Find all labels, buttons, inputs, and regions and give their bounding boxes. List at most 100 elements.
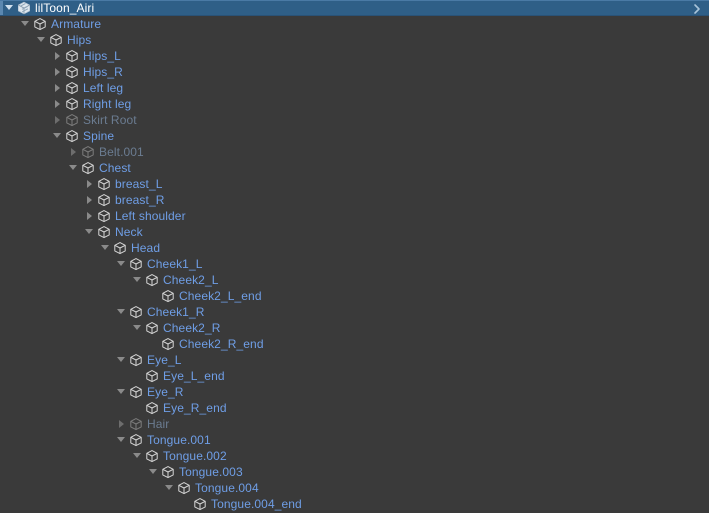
hierarchy-row[interactable]: Head — [0, 240, 709, 256]
foldout-expanded-icon[interactable] — [35, 32, 48, 48]
foldout-expanded-icon[interactable] — [131, 448, 144, 464]
gameobject-icon — [32, 16, 48, 32]
foldout-spacer — [131, 368, 144, 384]
foldout-expanded-icon[interactable] — [131, 272, 144, 288]
foldout-expanded-icon[interactable] — [115, 384, 128, 400]
hierarchy-item-label: Tongue.001 — [147, 433, 211, 447]
hierarchy-row[interactable]: Hips_L — [0, 48, 709, 64]
foldout-expanded-icon[interactable] — [115, 256, 128, 272]
foldout-expanded-icon[interactable] — [51, 128, 64, 144]
foldout-expanded-icon[interactable] — [115, 352, 128, 368]
gameobject-icon — [144, 448, 160, 464]
hierarchy-row[interactable]: Skirt Root — [0, 112, 709, 128]
hierarchy-item-label: Belt.001 — [99, 145, 144, 159]
hierarchy-row[interactable]: lilToon_Airi — [0, 0, 709, 16]
foldout-collapsed-icon[interactable] — [51, 64, 64, 80]
hierarchy-row[interactable]: Tongue.001 — [0, 432, 709, 448]
foldout-collapsed-icon[interactable] — [83, 176, 96, 192]
gameobject-icon — [96, 208, 112, 224]
hierarchy-row[interactable]: Belt.001 — [0, 144, 709, 160]
hierarchy-row[interactable]: Tongue.004_end — [0, 496, 709, 512]
foldout-collapsed-icon[interactable] — [51, 80, 64, 96]
hierarchy-row[interactable]: Cheek2_R_end — [0, 336, 709, 352]
hierarchy-item-label: Tongue.004 — [195, 481, 259, 495]
hierarchy-item-label: Cheek2_L — [163, 273, 219, 287]
hierarchy-row[interactable]: Cheek1_L — [0, 256, 709, 272]
gameobject-icon — [144, 320, 160, 336]
hierarchy-row[interactable]: Left shoulder — [0, 208, 709, 224]
hierarchy-row[interactable]: Chest — [0, 160, 709, 176]
hierarchy-row[interactable]: Cheek2_L — [0, 272, 709, 288]
gameobject-icon — [128, 384, 144, 400]
gameobject-icon — [64, 128, 80, 144]
gameobject-icon — [64, 96, 80, 112]
foldout-collapsed-icon[interactable] — [83, 208, 96, 224]
foldout-expanded-icon[interactable] — [99, 240, 112, 256]
hierarchy-row[interactable]: Spine — [0, 128, 709, 144]
hierarchy-row[interactable]: Eye_R — [0, 384, 709, 400]
foldout-spacer — [179, 496, 192, 512]
foldout-collapsed-icon[interactable] — [115, 416, 128, 432]
gameobject-icon — [128, 256, 144, 272]
hierarchy-row[interactable]: Tongue.003 — [0, 464, 709, 480]
hierarchy-row[interactable]: Eye_R_end — [0, 400, 709, 416]
gameobject-icon — [96, 192, 112, 208]
hierarchy-row[interactable]: Tongue.004 — [0, 480, 709, 496]
hierarchy-row[interactable]: Eye_L — [0, 352, 709, 368]
foldout-expanded-icon[interactable] — [131, 320, 144, 336]
gameobject-icon — [80, 144, 96, 160]
gameobject-icon — [64, 112, 80, 128]
hierarchy-item-label: Chest — [99, 161, 131, 175]
gameobject-icon — [144, 272, 160, 288]
foldout-collapsed-icon[interactable] — [83, 192, 96, 208]
hierarchy-row[interactable]: Cheek2_R — [0, 320, 709, 336]
hierarchy-row[interactable]: Hair — [0, 416, 709, 432]
hierarchy-item-label: Hips — [67, 33, 92, 47]
hierarchy-row[interactable]: Cheek2_L_end — [0, 288, 709, 304]
hierarchy-item-label: Hair — [147, 417, 170, 431]
hierarchy-row[interactable]: Right leg — [0, 96, 709, 112]
gameobject-icon — [144, 400, 160, 416]
foldout-collapsed-icon[interactable] — [51, 96, 64, 112]
hierarchy-item-label: Armature — [51, 17, 102, 31]
gameobject-icon — [128, 352, 144, 368]
gameobject-icon — [64, 48, 80, 64]
hierarchy-item-label: Tongue.002 — [163, 449, 227, 463]
hierarchy-item-label: Cheek1_R — [147, 305, 205, 319]
hierarchy-panel[interactable]: lilToon_Airi Armature Hips Hips_L Hips_R Left… — [0, 0, 709, 513]
gameobject-icon — [128, 416, 144, 432]
hierarchy-row[interactable]: Hips_R — [0, 64, 709, 80]
hierarchy-item-label: Cheek1_L — [147, 257, 203, 271]
chevron-right-icon[interactable] — [692, 1, 702, 17]
gameobject-icon — [128, 432, 144, 448]
hierarchy-item-label: breast_R — [115, 193, 165, 207]
foldout-expanded-icon[interactable] — [67, 160, 80, 176]
foldout-collapsed-icon[interactable] — [51, 112, 64, 128]
hierarchy-item-label: Spine — [83, 129, 115, 143]
hierarchy-item-label: Tongue.004_end — [211, 497, 302, 511]
hierarchy-row[interactable]: Neck — [0, 224, 709, 240]
hierarchy-item-label: Tongue.003 — [179, 465, 243, 479]
foldout-collapsed-icon[interactable] — [51, 48, 64, 64]
hierarchy-row[interactable]: Armature — [0, 16, 709, 32]
foldout-expanded-icon[interactable] — [19, 16, 32, 32]
hierarchy-row[interactable]: Left leg — [0, 80, 709, 96]
foldout-expanded-icon[interactable] — [115, 304, 128, 320]
foldout-collapsed-icon[interactable] — [67, 144, 80, 160]
foldout-expanded-icon[interactable] — [163, 480, 176, 496]
hierarchy-row[interactable]: Tongue.002 — [0, 448, 709, 464]
hierarchy-item-label: Cheek2_L_end — [179, 289, 262, 303]
foldout-expanded-icon[interactable] — [115, 432, 128, 448]
foldout-expanded-icon[interactable] — [3, 0, 16, 16]
hierarchy-item-label: Head — [131, 241, 161, 255]
hierarchy-row[interactable]: breast_L — [0, 176, 709, 192]
hierarchy-row[interactable]: Eye_L_end — [0, 368, 709, 384]
hierarchy-row[interactable]: Cheek1_R — [0, 304, 709, 320]
hierarchy-row[interactable]: breast_R — [0, 192, 709, 208]
hierarchy-row[interactable]: Hips — [0, 32, 709, 48]
gameobject-icon — [112, 240, 128, 256]
foldout-expanded-icon[interactable] — [83, 224, 96, 240]
foldout-spacer — [131, 400, 144, 416]
foldout-expanded-icon[interactable] — [147, 464, 160, 480]
gameobject-icon — [160, 288, 176, 304]
